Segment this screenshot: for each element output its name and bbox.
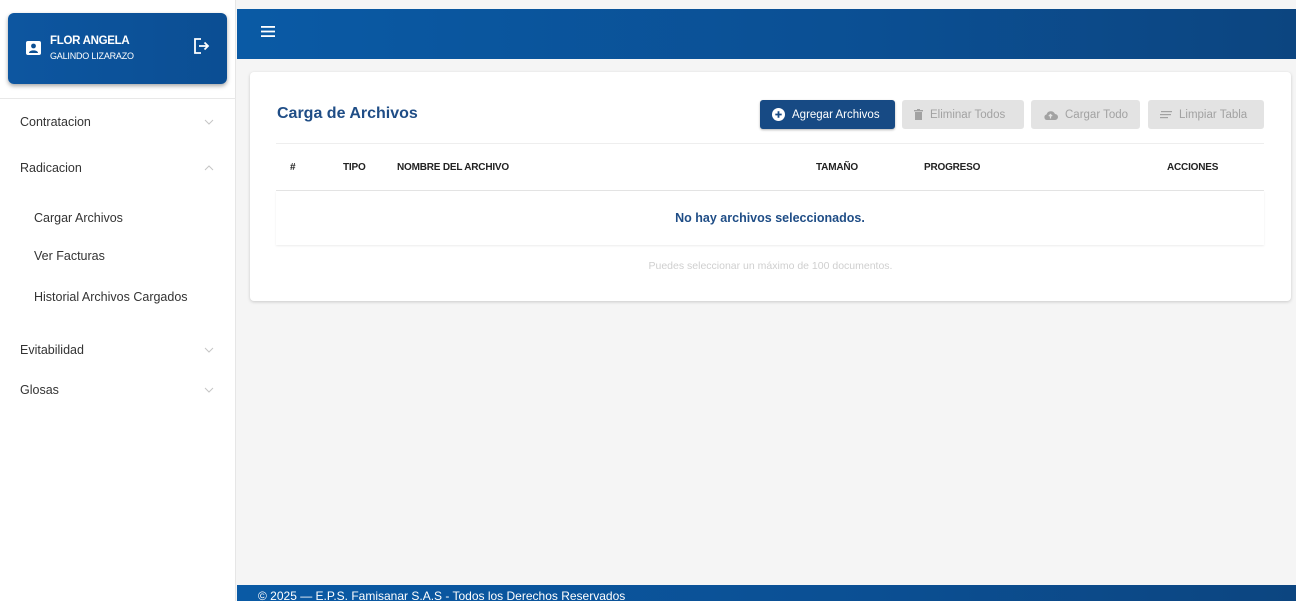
cloud-upload-icon — [1044, 110, 1058, 120]
user-first-name: FLOR ANGELA — [50, 35, 130, 47]
upload-all-button[interactable]: Cargar Todo — [1031, 100, 1140, 129]
column-header-actions: ACCIONES — [1167, 162, 1219, 173]
empty-table-row: No hay archivos seleccionados. — [276, 191, 1264, 245]
sidebar-item-label: Glosas — [20, 383, 59, 397]
max-documents-hint: Puedes seleccionar un máximo de 100 docu… — [648, 260, 893, 272]
sidebar-item-glosas[interactable]: Glosas — [0, 375, 236, 405]
footer: © 2025 — E.P.S. Famisanar S.A.S - Todos … — [237, 585, 1296, 601]
column-header-progress: PROGRESO — [924, 162, 981, 173]
top-app-bar — [237, 9, 1296, 59]
sidebar-subitem-cargar-archivos[interactable]: Cargar Archivos — [0, 205, 236, 231]
files-table: # TIPO NOMBRE DEL ARCHIVO TAMAÑO PROGRES… — [276, 143, 1264, 245]
sidebar-item-label: Evitabilidad — [20, 343, 84, 357]
footer-copyright: © 2025 — E.P.S. Famisanar S.A.S - Todos … — [258, 589, 626, 601]
clear-table-label: Limpiar Tabla — [1179, 108, 1248, 121]
delete-all-button[interactable]: Eliminar Todos — [902, 100, 1024, 129]
logout-icon[interactable] — [192, 37, 210, 55]
chevron-down-icon — [204, 119, 214, 125]
sidebar-subitem-label: Historial Archivos Cargados — [34, 290, 188, 304]
clear-table-button[interactable]: Limpiar Tabla — [1148, 100, 1264, 129]
column-header-size: TAMAÑO — [816, 162, 858, 173]
contact-card-icon — [26, 41, 41, 55]
sidebar-subitem-label: Cargar Archivos — [34, 211, 123, 225]
sidebar-subitem-ver-facturas[interactable]: Ver Facturas — [0, 243, 236, 269]
table-header: # TIPO NOMBRE DEL ARCHIVO TAMAÑO PROGRES… — [276, 143, 1264, 191]
sidebar: FLOR ANGELA GALINDO LIZARAZO Contratacio… — [0, 0, 236, 601]
chevron-down-icon — [204, 387, 214, 393]
sidebar-item-label: Contratacion — [20, 115, 91, 129]
user-last-name: GALINDO LIZARAZO — [50, 51, 134, 61]
add-files-button[interactable]: Agregar Archivos — [760, 100, 895, 129]
trash-icon — [914, 109, 923, 120]
user-card: FLOR ANGELA GALINDO LIZARAZO — [8, 13, 227, 84]
column-header-file-name: NOMBRE DEL ARCHIVO — [397, 162, 509, 173]
empty-table-message: No hay archivos seleccionados. — [675, 211, 865, 225]
sidebar-item-contratacion[interactable]: Contratacion — [0, 107, 236, 137]
sidebar-subitem-historial[interactable]: Historial Archivos Cargados — [0, 284, 236, 310]
column-header-number: # — [290, 162, 296, 173]
plus-circle-icon — [772, 108, 785, 121]
hamburger-menu-icon[interactable] — [261, 26, 275, 37]
chevron-down-icon — [204, 347, 214, 353]
clear-list-icon — [1160, 111, 1172, 119]
card-title: Carga de Archivos — [277, 105, 418, 122]
sidebar-subitem-label: Ver Facturas — [34, 249, 105, 263]
menu-divider — [0, 98, 236, 99]
add-files-label: Agregar Archivos — [792, 108, 880, 121]
chevron-up-icon — [204, 165, 214, 171]
column-header-type: TIPO — [343, 162, 366, 173]
sidebar-item-radicacion[interactable]: Radicacion — [0, 153, 236, 183]
delete-all-label: Eliminar Todos — [930, 108, 1006, 121]
sidebar-item-label: Radicacion — [20, 161, 82, 175]
file-upload-card: Carga de Archivos Agregar Archivos Elimi… — [250, 72, 1291, 301]
sidebar-item-evitabilidad[interactable]: Evitabilidad — [0, 335, 236, 365]
upload-all-label: Cargar Todo — [1065, 108, 1129, 121]
